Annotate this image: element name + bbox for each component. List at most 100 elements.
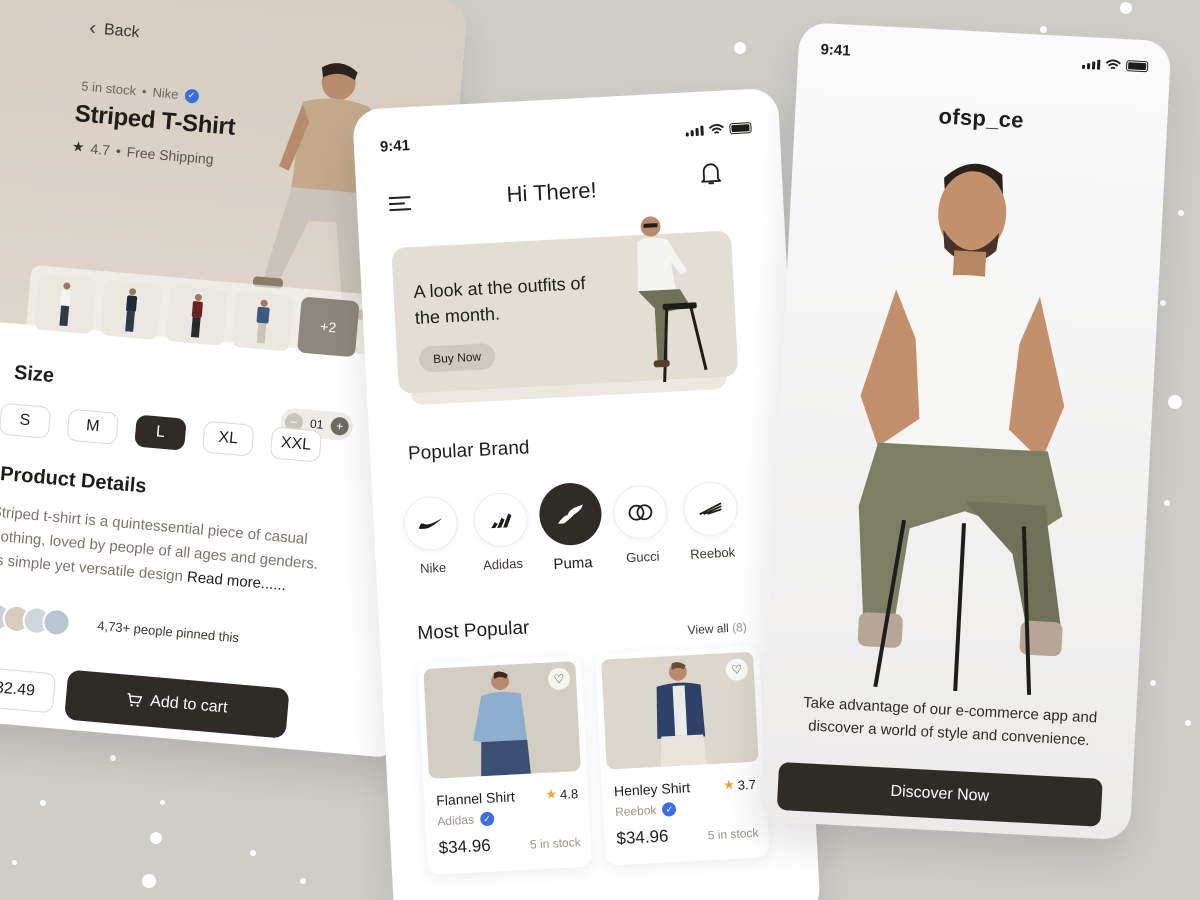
signal-icon — [1081, 58, 1101, 70]
star-icon: ★ — [722, 776, 736, 793]
details-heading: Product Details — [0, 462, 148, 498]
read-more-link[interactable]: Read more...... — [186, 569, 286, 595]
tagline: Take advantage of our e-commerce app and… — [802, 694, 1098, 750]
plus-button[interactable]: + — [329, 416, 350, 437]
brand-gucci[interactable]: Gucci — [612, 484, 670, 566]
size-option[interactable]: XL — [201, 420, 255, 457]
back-label: Back — [103, 20, 141, 41]
details-text: Striped t-shirt is a quintessential piec… — [0, 500, 332, 601]
bg-dot — [1160, 300, 1166, 306]
banner-title: A look at the outfits of the month. — [413, 273, 587, 328]
favorite-button[interactable]: ♡ — [547, 667, 571, 691]
product-card[interactable]: ♡ Flannel Shirt ★ 4.8 Adidas ✓ $34.96 5 in… — [417, 654, 592, 876]
signal-icon — [685, 125, 704, 137]
onboarding-screen: 9:41 ofsp_ce Take advantage of our e-com… — [758, 22, 1172, 841]
bg-dot — [1164, 500, 1170, 506]
bg-dot — [150, 832, 162, 844]
rating-value: 4.8 — [559, 785, 579, 802]
status-time: 9:41 — [820, 41, 852, 60]
cart-icon — [127, 693, 143, 707]
thumbnail[interactable] — [99, 279, 163, 341]
bg-dot — [40, 800, 46, 806]
thumbnail[interactable] — [33, 273, 97, 335]
brand-puma[interactable]: Puma — [537, 481, 604, 574]
bg-dot — [250, 850, 256, 856]
brand-name: Adidas — [436, 812, 475, 829]
product-stock: 5 in stock — [529, 835, 581, 852]
product-image: ♡ — [423, 661, 581, 779]
menu-icon[interactable] — [388, 195, 412, 212]
size-option[interactable]: XXL — [269, 426, 323, 463]
brand-label: Gucci — [625, 548, 660, 566]
puma-icon — [537, 481, 604, 547]
brand-name: Reebok — [614, 803, 657, 820]
thumbnail[interactable] — [231, 290, 294, 352]
wifi-icon — [708, 123, 724, 134]
brand-reebok[interactable]: Reebok — [681, 480, 740, 562]
star-icon: ★ — [71, 137, 86, 155]
size-option-selected[interactable]: L — [134, 414, 187, 451]
cart-label: Add to cart — [149, 692, 229, 717]
discover-now-button[interactable]: Discover Now — [776, 761, 1103, 827]
favorite-button[interactable]: ♡ — [725, 658, 749, 682]
brand-adidas[interactable]: Adidas — [472, 491, 530, 573]
size-options: S M L XL XXL — [0, 402, 323, 463]
view-all-link[interactable]: View all (8) — [687, 620, 747, 637]
popular-brand-heading: Popular Brand — [407, 437, 530, 465]
product-card[interactable]: ♡ Henley Shirt ★ 3.7 Reebok ✓ $34.96 5 in … — [594, 645, 770, 866]
bg-dot — [300, 878, 306, 884]
verified-icon: ✓ — [183, 87, 200, 104]
most-popular-heading: Most Popular — [416, 617, 530, 645]
gucci-icon — [612, 484, 669, 541]
bg-dot — [110, 755, 116, 761]
pinned-avatars — [0, 601, 72, 638]
product-name: Henley Shirt — [613, 779, 691, 800]
product-price: $34.96 — [438, 835, 492, 858]
price-tag: $32.49 — [0, 665, 57, 714]
buy-now-button[interactable]: Buy Now — [418, 342, 496, 373]
thumbnail[interactable] — [165, 284, 229, 346]
bg-dot — [1150, 680, 1156, 686]
bg-dot — [1120, 2, 1132, 14]
app-logo: ofsp_ce — [937, 103, 1025, 133]
product-image: ♡ — [601, 651, 759, 770]
bg-dot — [1168, 395, 1182, 409]
status-bar: 9:41 — [379, 119, 752, 156]
product-brand: Reebok ✓ — [614, 801, 677, 820]
product-brand: Adidas ✓ — [436, 811, 495, 829]
verified-icon: ✓ — [479, 811, 495, 827]
view-all-label: View all — [687, 621, 730, 638]
battery-icon — [1125, 60, 1149, 73]
adidas-icon — [472, 491, 530, 549]
verified-icon: ✓ — [662, 801, 677, 817]
bg-dot — [1185, 720, 1191, 726]
status-icons — [1081, 57, 1149, 73]
size-option[interactable]: S — [0, 402, 52, 439]
product-rating: ★ 4.8 — [545, 785, 579, 803]
brand-nike[interactable]: Nike — [402, 495, 460, 577]
brand-list: Nike Adidas Puma Gucci Reebok — [402, 480, 740, 580]
back-button[interactable]: ‹ Back — [88, 17, 140, 44]
bell-icon[interactable] — [699, 161, 722, 186]
product-rating: ★ 3.7 — [723, 776, 757, 794]
status-time: 9:41 — [379, 137, 411, 156]
battery-icon — [729, 122, 752, 135]
star-icon: ★ — [544, 786, 558, 802]
brand-name: Nike — [151, 84, 180, 102]
banner-model-photo — [637, 216, 708, 383]
add-to-cart-button[interactable]: Add to cart — [64, 669, 290, 739]
brand-label: Nike — [419, 559, 447, 577]
product-stock: 5 in stock — [707, 825, 759, 843]
heart-icon: ♡ — [731, 662, 743, 677]
rating-value: 3.7 — [737, 776, 757, 793]
avatar — [41, 607, 72, 638]
thumbnail-more[interactable]: +2 — [296, 296, 360, 358]
heart-icon: ♡ — [553, 671, 565, 687]
status-icons — [685, 122, 752, 137]
rating-value: 4.7 — [89, 140, 111, 158]
size-option[interactable]: M — [66, 408, 120, 445]
nike-icon — [402, 495, 460, 552]
brand-label: Puma — [553, 554, 594, 574]
bg-dot — [160, 800, 165, 805]
chevron-left-icon: ‹ — [88, 16, 98, 40]
